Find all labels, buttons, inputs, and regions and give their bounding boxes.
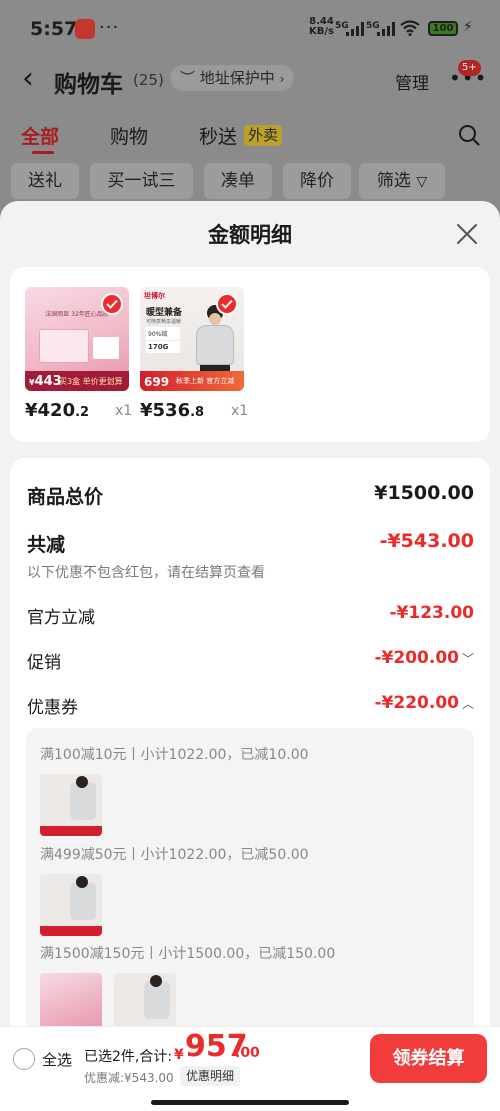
charging-icon: ⚡ — [463, 19, 473, 35]
official-discount-label: 官方立减 — [27, 608, 95, 628]
coupon-rule: 满499减50元丨小计1022.00，已减50.00 — [40, 847, 309, 863]
takeout-badge: 外卖 — [244, 125, 283, 146]
filter-chip-buy-one-try-three[interactable]: 买一试三 — [90, 163, 193, 199]
chevron-down-icon[interactable]: ﹀ — [462, 652, 474, 666]
filter-chip-filter[interactable]: 筛选 ▽ — [359, 163, 445, 199]
coupon-product-thumb — [40, 774, 102, 836]
filter-chips: 送礼 买一试三 凑单 降价 筛选 ▽ — [0, 163, 500, 201]
checkout-bar: 全选 已选2件,合计: ¥ 957 .00 优惠减:¥543.00 优惠明细 领… — [0, 1026, 500, 1111]
coupon-label: 优惠券 — [27, 698, 78, 718]
goods-total-label: 商品总价 — [27, 486, 104, 508]
check-icon — [106, 299, 118, 309]
gift-box-shape — [39, 329, 89, 363]
select-all-radio[interactable] — [13, 1048, 35, 1070]
discount-detail-button[interactable]: 优惠明细 — [180, 1066, 241, 1086]
product-image-down-jacket: 坦博尔 暖型兼备 可随意畅享温暖 90%绒 170G 699 秋季上新 官方立减 — [140, 287, 244, 391]
gift-card-shape — [93, 337, 119, 359]
coupon-product-thumb — [40, 874, 102, 936]
network-speed-unit: KB/s — [309, 26, 334, 37]
selected-goods-card: 法国明显 32年匠心品质 ¥443 买3盒 单价更划算 ¥420.2 x1 坦博… — [10, 267, 490, 442]
filter-chip-price-drop[interactable]: 降价 — [283, 163, 351, 199]
home-indicator — [151, 1100, 349, 1105]
app-notification-icon — [75, 19, 95, 39]
product-image-giftbox: 法国明显 32年匠心品质 ¥443 买3盒 单价更划算 — [25, 287, 129, 391]
network-speed: 8.44 KB/s — [309, 17, 334, 37]
signal-icon — [346, 22, 366, 36]
select-all-label[interactable]: 全选 — [42, 1049, 72, 1070]
coupon-breakdown: 满100减10元丨小计1022.00，已减10.00 满499减50元丨小计10… — [26, 728, 474, 1026]
back-icon[interactable]: ‹ — [22, 64, 34, 94]
chevron-up-icon[interactable]: ︿ — [462, 697, 474, 711]
chevron-right-icon: › — [279, 72, 285, 86]
promo-strip-text: 秋季上新 官方立减 — [176, 377, 235, 385]
filter-chip-label: 筛选 — [376, 171, 411, 191]
product-price: ¥420.2 — [25, 400, 90, 421]
product-item[interactable]: 坦博尔 暖型兼备 可随意畅享温暖 90%绒 170G 699 秋季上新 官方立减 — [140, 287, 248, 421]
manage-button[interactable]: 管理 — [395, 69, 429, 94]
total-currency: ¥ — [174, 1047, 184, 1063]
coupon-rule: 满100减10元丨小计1022.00，已减10.00 — [40, 747, 309, 763]
coupon-product-thumb — [40, 973, 102, 1026]
status-overflow: ··· — [99, 17, 120, 38]
brand-logo: 坦博尔 — [144, 292, 165, 300]
cart-tabs: 全部 购物 秒送 外卖 — [0, 118, 500, 158]
product-image-sub: 可随意畅享温暖 — [146, 319, 182, 325]
close-icon[interactable] — [455, 222, 479, 246]
total-amount-decimal: .00 — [235, 1045, 260, 1061]
total-reduction-value: -¥543.00 — [379, 530, 474, 552]
message-badge: 5+ — [458, 60, 481, 76]
status-bar: 5:57 ··· 8.44 KB/s 5G 5G 100 ⚡ — [0, 0, 500, 56]
funnel-icon: ▽ — [416, 174, 428, 190]
product-item[interactable]: 法国明显 32年匠心品质 ¥443 买3盒 单价更划算 ¥420.2 x1 — [25, 287, 132, 421]
total-reduction-label: 共减 — [27, 534, 66, 556]
cart-header: ‹ 购物车 (25) ︶ 地址保护中 › 管理 ••• 5+ — [0, 56, 500, 104]
reduction-note: 以下优惠不包含红包，请在结算页查看 — [27, 565, 265, 581]
battery-icon: 100 — [428, 21, 458, 36]
filter-chip-gift[interactable]: 送礼 — [11, 163, 79, 199]
selected-check[interactable] — [216, 293, 238, 315]
sheet-title: 金额明细 — [208, 223, 292, 247]
selected-check[interactable] — [101, 293, 123, 315]
amount-summary-card: 商品总价 ¥1500.00 共减 -¥543.00 以下优惠不包含红包，请在结算… — [10, 458, 490, 1026]
cart-count: (25) — [133, 71, 164, 89]
official-discount-value: -¥123.00 — [389, 603, 475, 623]
amount-detail-sheet: 金额明细 法国明显 32年匠心品质 ¥443 买3盒 单价更划算 ¥420.2 … — [0, 201, 500, 1026]
goods-total-value: ¥1500.00 — [374, 482, 474, 504]
coupon-value: -¥220.00 ︿ — [374, 693, 474, 713]
tab-shopping[interactable]: 购物 — [110, 122, 148, 149]
check-icon — [221, 299, 233, 309]
product-price: ¥536.8 — [140, 400, 205, 421]
address-protection-button[interactable]: ︶ 地址保护中 › — [170, 65, 295, 91]
filter-chip-combine[interactable]: 凑单 — [204, 163, 272, 199]
smile-icon: ︶ — [180, 69, 196, 87]
coupon-product-thumb — [114, 973, 176, 1026]
status-time: 5:57 — [30, 18, 78, 40]
active-tab-indicator — [32, 151, 54, 154]
weight-label: 170G — [146, 341, 180, 353]
address-protection-label: 地址保护中 — [199, 69, 275, 87]
promo-price: 699 — [144, 375, 170, 389]
page-title: 购物车 — [54, 72, 123, 98]
selected-count: 已选2件,合计: — [84, 1049, 173, 1065]
product-quantity: x1 — [231, 403, 249, 419]
tab-instant-delivery[interactable]: 秒送 — [199, 122, 237, 149]
checkout-button[interactable]: 领券结算 — [370, 1034, 487, 1083]
down-fill-label: 90%绒 — [146, 327, 180, 340]
tab-all[interactable]: 全部 — [21, 122, 59, 149]
promotion-value: -¥200.00 ﹀ — [374, 648, 474, 668]
signal-icon — [377, 22, 397, 36]
wifi-icon — [400, 20, 420, 36]
promo-strip-text: 买3盒 单价更划算 — [59, 377, 123, 386]
product-image-caption: 暖型兼备 — [146, 308, 183, 318]
discount-amount: 优惠减:¥543.00 — [84, 1071, 174, 1085]
search-icon[interactable] — [458, 124, 480, 146]
product-quantity: x1 — [115, 403, 133, 419]
coupon-rule: 满1500减150元丨小计1500.00，已减150.00 — [40, 946, 336, 962]
promotion-label: 促销 — [27, 653, 61, 673]
promo-price: ¥443 — [29, 374, 62, 389]
